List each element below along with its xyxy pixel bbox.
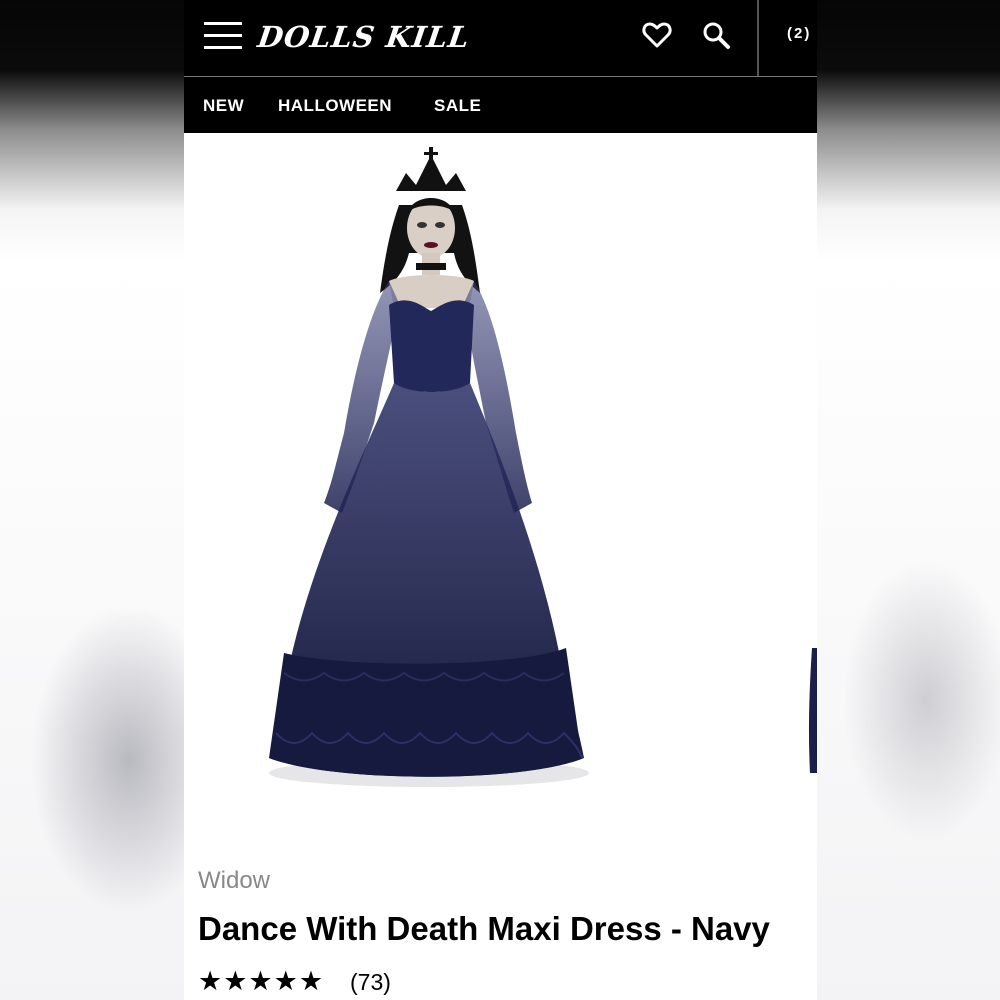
cart-button[interactable]: (2)	[757, 0, 817, 76]
heart-icon[interactable]	[642, 20, 672, 50]
nav-item-sale[interactable]: SALE	[434, 96, 481, 116]
search-icon[interactable]	[701, 20, 731, 50]
cart-count: (2)	[787, 25, 812, 42]
review-count[interactable]: (73)	[350, 969, 391, 996]
crown	[396, 147, 466, 191]
top-header: DOLLS KILL (2)	[184, 0, 817, 77]
nav-item-new[interactable]: NEW	[203, 96, 244, 116]
product-image-carousel[interactable]	[184, 133, 817, 845]
site-logo[interactable]: DOLLS KILL	[256, 20, 473, 54]
blurred-backdrop-left	[0, 0, 184, 1000]
product-brand[interactable]: Widow	[198, 867, 270, 895]
menu-icon[interactable]	[204, 22, 242, 50]
mobile-page: DOLLS KILL (2) NEW HALLOWEEN SALE Widow …	[184, 0, 817, 1000]
star-rating: ★★★★★	[198, 966, 325, 996]
product-photo	[269, 147, 817, 787]
nav-item-halloween[interactable]: HALLOWEEN	[278, 96, 392, 116]
blurred-backdrop-right	[817, 0, 1000, 1000]
category-nav: NEW HALLOWEEN SALE	[184, 77, 817, 133]
product-title: Dance With Death Maxi Dress - Navy	[198, 910, 770, 947]
